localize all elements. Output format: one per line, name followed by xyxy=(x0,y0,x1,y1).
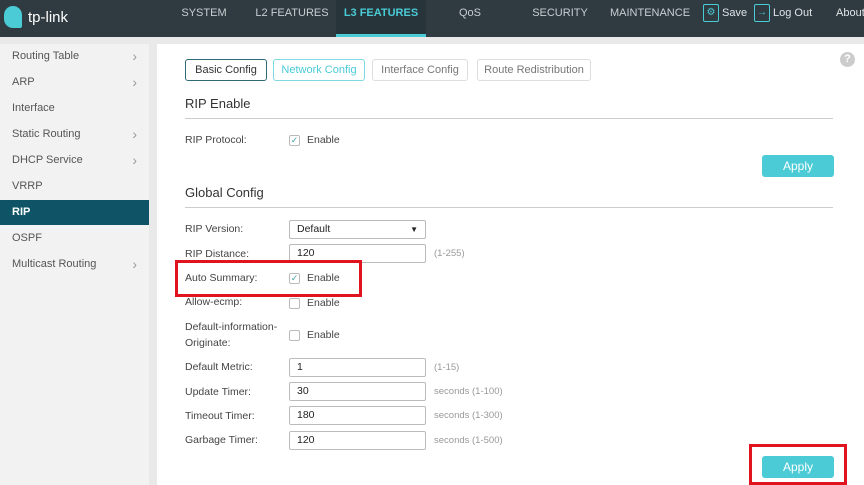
dio-checkbox[interactable] xyxy=(289,330,300,341)
save-button[interactable]: ⚙ Save xyxy=(703,4,747,22)
update-timer-label: Update Timer: xyxy=(185,386,251,398)
rip-protocol-checkbox[interactable]: ✓ xyxy=(289,135,300,146)
dio-label-line1: Default-information- xyxy=(185,321,278,333)
sidebar-item-interface[interactable]: Interface xyxy=(0,96,149,121)
nav-qos[interactable]: QoS xyxy=(440,0,500,37)
sidebar-item-label: VRRP xyxy=(12,180,43,192)
nav-security[interactable]: SECURITY xyxy=(525,0,595,37)
garbage-timer-hint: seconds (1-500) xyxy=(434,435,503,446)
section-global-config: Global Config xyxy=(185,185,833,208)
sidebar-item-label: OSPF xyxy=(12,232,42,244)
sidebar-item-label: Static Routing xyxy=(12,128,81,140)
chevron-right-icon: › xyxy=(132,126,137,142)
sidebar-item-label: Multicast Routing xyxy=(12,258,97,270)
chevron-right-icon: › xyxy=(132,74,137,90)
sidebar-item-multicast-routing[interactable]: Multicast Routing › xyxy=(0,252,149,277)
logout-icon: → xyxy=(754,4,770,22)
main-content: ? Basic Config Network Config Interface … xyxy=(157,44,864,485)
rip-enable-apply-button[interactable]: Apply xyxy=(762,155,834,177)
logo-icon xyxy=(4,6,22,28)
garbage-timer-input[interactable]: 120 xyxy=(289,431,426,450)
sidebar-item-label: Interface xyxy=(12,102,55,114)
sidebar-item-label: Routing Table xyxy=(12,50,80,62)
rip-protocol-enable-label: Enable xyxy=(307,134,340,146)
tab-network-config[interactable]: Network Config xyxy=(273,59,365,81)
nav-system[interactable]: SYSTEM xyxy=(168,0,240,37)
timeout-timer-hint: seconds (1-300) xyxy=(434,410,503,421)
sidebar-item-label: RIP xyxy=(12,206,31,218)
allow-ecmp-label: Allow-ecmp: xyxy=(185,296,243,308)
chevron-right-icon: › xyxy=(132,152,137,168)
default-metric-input[interactable]: 1 xyxy=(289,358,426,377)
section-rip-enable: RIP Enable xyxy=(185,96,833,119)
sidebar-item-vrrp[interactable]: VRRP xyxy=(0,174,149,199)
top-header: tp-link SYSTEM L2 FEATURES L3 FEATURES Q… xyxy=(0,0,864,37)
tab-interface-config[interactable]: Interface Config xyxy=(372,59,468,81)
update-timer-input[interactable]: 30 xyxy=(289,382,426,401)
timeout-timer-input[interactable]: 180 xyxy=(289,406,426,425)
nav-maintenance[interactable]: MAINTENANCE xyxy=(608,0,692,37)
nav-l3-features[interactable]: L3 FEATURES xyxy=(336,0,426,37)
about-link[interactable]: About xyxy=(836,4,864,22)
chevron-right-icon: › xyxy=(132,48,137,64)
rip-protocol-label: RIP Protocol: xyxy=(185,134,247,146)
sidebar-item-label: ARP xyxy=(12,76,35,88)
help-icon[interactable]: ? xyxy=(840,52,855,67)
timeout-timer-label: Timeout Timer: xyxy=(185,410,255,422)
nav-l2-features[interactable]: L2 FEATURES xyxy=(250,0,334,37)
save-gear-icon: ⚙ xyxy=(703,4,719,22)
logo-text: tp-link xyxy=(28,8,69,26)
dropdown-arrow-icon: ▼ xyxy=(410,225,418,234)
rip-version-select[interactable]: Default ▼ xyxy=(289,220,426,239)
sidebar-item-rip[interactable]: RIP xyxy=(0,200,149,225)
garbage-timer-label: Garbage Timer: xyxy=(185,434,258,446)
update-timer-hint: seconds (1-100) xyxy=(434,386,503,397)
allow-ecmp-enable-label: Enable xyxy=(307,297,340,309)
rip-version-label: RIP Version: xyxy=(185,223,244,235)
logout-label: Log Out xyxy=(773,7,813,19)
rip-version-value: Default xyxy=(297,223,331,235)
save-label: Save xyxy=(722,7,748,19)
highlight-box xyxy=(175,260,362,297)
tab-basic-config[interactable]: Basic Config xyxy=(185,59,267,81)
dio-label-line2: Originate: xyxy=(185,337,231,349)
rip-distance-hint: (1-255) xyxy=(434,248,465,259)
chevron-right-icon: › xyxy=(132,256,137,272)
dio-enable-label: Enable xyxy=(307,329,340,341)
sidebar-item-routing-table[interactable]: Routing Table › xyxy=(0,44,149,69)
sidebar-item-arp[interactable]: ARP › xyxy=(0,70,149,95)
logout-button[interactable]: → Log Out xyxy=(754,4,812,22)
sidebar: Routing Table › ARP › Interface Static Routin… xyxy=(0,44,149,485)
sidebar-item-static-routing[interactable]: Static Routing › xyxy=(0,122,149,147)
default-metric-hint: (1-15) xyxy=(434,362,460,373)
tp-link-logo: tp-link xyxy=(4,6,68,28)
tab-route-redistribution[interactable]: Route Redistribution xyxy=(477,59,591,81)
sidebar-item-ospf[interactable]: OSPF xyxy=(0,226,149,251)
allow-ecmp-checkbox[interactable] xyxy=(289,298,300,309)
sidebar-item-label: DHCP Service xyxy=(12,154,83,166)
sidebar-item-dhcp-service[interactable]: DHCP Service › xyxy=(0,148,149,173)
default-metric-label: Default Metric: xyxy=(185,361,253,373)
highlight-box-apply xyxy=(749,444,847,485)
